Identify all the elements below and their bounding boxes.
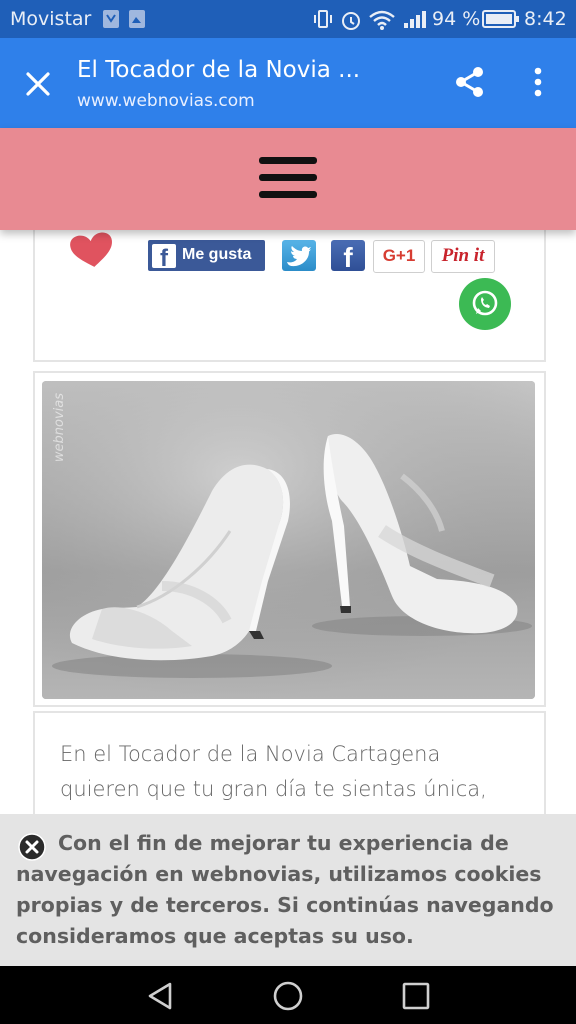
cookie-banner: Con el fin de mejorar tu experiencia de … <box>0 814 576 966</box>
twitter-bird-icon <box>287 246 311 267</box>
wifi-icon <box>368 9 396 36</box>
battery-percent: 94 % <box>432 8 481 30</box>
like-label: Me gusta <box>182 246 252 263</box>
browser-toolbar: El Tocador de la Novia ... www.webnovias… <box>0 38 576 128</box>
cookie-line: consideramos que aceptas su uso. <box>16 924 414 948</box>
social-share-card: f Me gusta f G+1 Pin it <box>33 220 546 362</box>
article-line: quieren que tu gran día te sientas única… <box>60 777 487 801</box>
page-title: El Tocador de la Novia ... <box>77 57 361 83</box>
back-icon[interactable] <box>144 980 176 1016</box>
bridal-shoes-photo: webnovias <box>42 381 535 699</box>
share-icon[interactable] <box>452 64 488 104</box>
facebook-share-button[interactable]: f <box>331 240 365 273</box>
close-icon[interactable] <box>24 70 52 102</box>
cookie-line: Con el fin de mejorar tu experiencia de <box>58 831 509 855</box>
facebook-f-icon: f <box>343 242 353 273</box>
pinterest-button[interactable]: Pin it <box>431 240 495 273</box>
whatsapp-icon <box>472 290 498 316</box>
twitter-share-button[interactable] <box>282 240 316 271</box>
system-navigation-bar <box>0 966 576 1024</box>
status-bar: Movistar 94 % 8:42 <box>0 0 576 38</box>
shield-notification-icon <box>102 9 120 34</box>
carrier-name: Movistar <box>10 8 92 30</box>
facebook-like-button[interactable]: f Me gusta <box>148 240 265 271</box>
heart-icon[interactable] <box>69 232 115 270</box>
signal-icon <box>402 9 428 34</box>
home-icon[interactable] <box>272 980 304 1016</box>
vibrate-icon <box>312 9 334 34</box>
image-notification-icon <box>128 9 146 34</box>
alarm-icon <box>340 9 362 36</box>
recents-icon[interactable] <box>401 981 431 1015</box>
photo-watermark: webnovias <box>52 393 67 463</box>
cookie-line: propias y de terceros. Si continúas nave… <box>16 893 554 917</box>
clock: 8:42 <box>524 8 567 30</box>
article-text: En el Tocador de la Novia Cartagena quie… <box>60 737 530 807</box>
page-url: www.webnovias.com <box>77 91 255 111</box>
article-line: En el Tocador de la Novia Cartagena <box>60 742 441 766</box>
cookie-message: Con el fin de mejorar tu experiencia de … <box>16 828 576 952</box>
battery-icon <box>482 9 520 34</box>
whatsapp-share-button[interactable] <box>459 278 511 330</box>
image-card: webnovias <box>33 371 546 707</box>
cookie-line: navegación en webnovias, utilizamos cook… <box>16 862 542 886</box>
hamburger-menu-icon[interactable] <box>259 156 317 200</box>
more-options-icon[interactable] <box>530 66 546 102</box>
site-header <box>0 128 576 230</box>
facebook-logo-icon: f <box>152 244 176 268</box>
google-plus-button[interactable]: G+1 <box>373 240 425 273</box>
